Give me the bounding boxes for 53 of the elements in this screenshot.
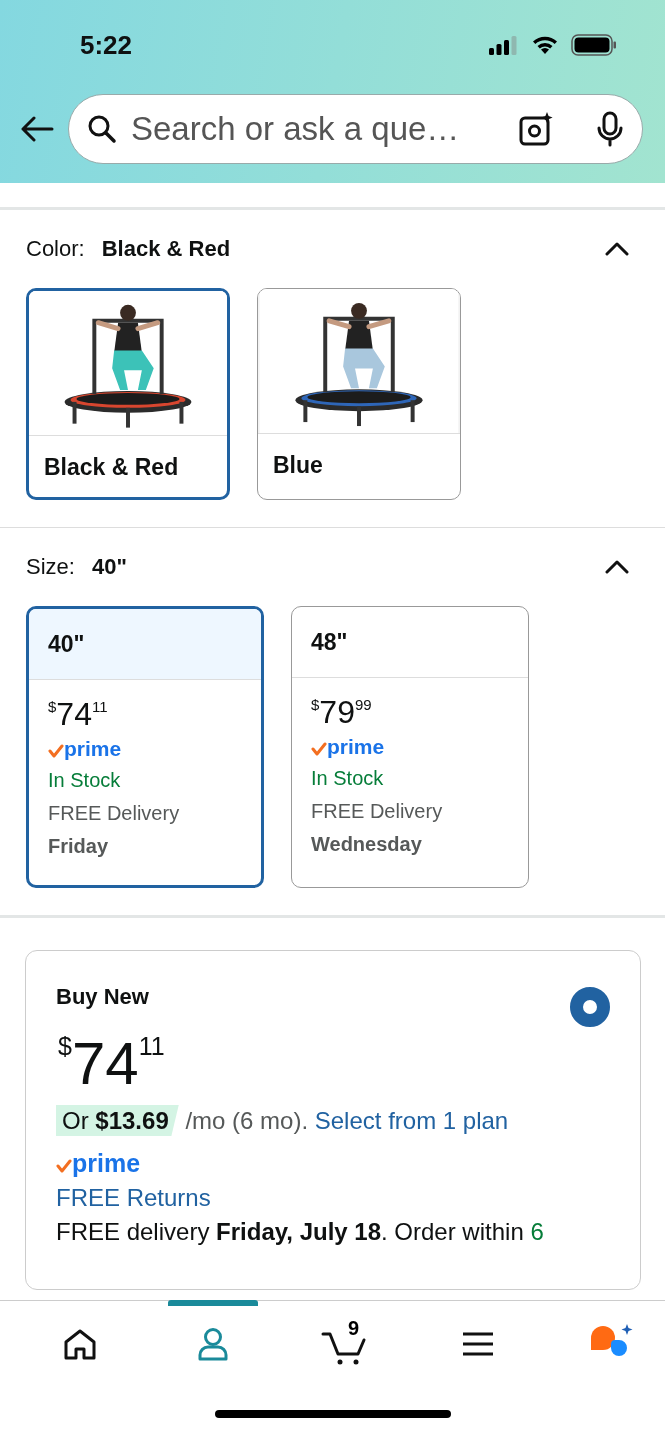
- size-option-card[interactable]: 48" $^{$}$79$^{99}$ prime In Stock FREE Delivery Wednesday: [291, 606, 529, 888]
- microphone-icon[interactable]: [596, 111, 624, 147]
- buy-new-title: Buy New: [56, 984, 149, 1010]
- delivery-text: FREE Delivery: [311, 799, 444, 824]
- wifi-icon: [531, 35, 559, 55]
- check-icon: [56, 1159, 72, 1173]
- option-label: Size:: [26, 554, 75, 580]
- collapse-button[interactable]: [605, 242, 629, 256]
- price: $^{$}$79$^{99}$: [311, 694, 373, 730]
- prime-label: prime: [327, 733, 385, 760]
- search-input[interactable]: Search or ask a que…: [129, 109, 506, 149]
- option-label: Color:: [26, 236, 85, 262]
- cart-count: 9: [348, 1317, 360, 1340]
- home-icon: [63, 1328, 97, 1360]
- collapse-button[interactable]: [605, 560, 629, 574]
- battery-icon: [571, 34, 617, 56]
- price: $^{$}$74$^{11}$: [48, 696, 109, 732]
- installment-text: Or $13.69 /mo (6 mo). Select from 1 plan: [56, 1103, 610, 1139]
- color-name: Blue: [272, 451, 324, 480]
- chevron-up-icon: [605, 242, 629, 256]
- stock-status: In Stock: [311, 766, 385, 791]
- size-name: 48": [311, 628, 348, 656]
- plan-link[interactable]: Select from 1 plan: [314, 1107, 509, 1134]
- delivery-day: Wednesday: [311, 828, 509, 861]
- price: $^{$}$74$^{11}$: [58, 1029, 166, 1099]
- menu-icon: [461, 1332, 494, 1356]
- delivery-text: FREE delivery Friday, July 18. Order within 6: [56, 1217, 545, 1247]
- option-value: 40": [91, 554, 127, 580]
- person-icon: [196, 1326, 229, 1361]
- buy-new-card[interactable]: Buy New $^{$}$74$^{11}$ Or $13.69 /mo (6 mo). Select from 1 plan prime FREE Returns FREE delivery Friday, July 18. Order within 6: [25, 950, 641, 1290]
- search-icon: [87, 114, 117, 144]
- stock-status: In Stock: [48, 768, 122, 793]
- returns-link[interactable]: FREE Returns: [56, 1181, 610, 1215]
- size-name: 40": [48, 630, 85, 658]
- radio-button[interactable]: [570, 987, 610, 1027]
- chevron-up-icon: [605, 560, 629, 574]
- nav-tab[interactable]: 9: [300, 1301, 390, 1387]
- clock-time: 5:22: [80, 29, 133, 61]
- color-name: Black & Red: [43, 452, 180, 482]
- back-arrow-icon: [20, 116, 54, 142]
- delivery-text: FREE Delivery: [48, 801, 181, 826]
- size-option-card[interactable]: 40" $^{$}$74$^{11}$ prime In Stock FREE Delivery Friday: [26, 606, 264, 888]
- check-icon: [48, 744, 64, 758]
- camera-icon[interactable]: [518, 111, 554, 147]
- color-option-card[interactable]: Black & Red: [26, 288, 230, 500]
- signal-icon: [489, 35, 519, 55]
- check-icon: [311, 742, 327, 756]
- search-bar[interactable]: Search or ask a que…: [68, 94, 643, 164]
- prime-label: prime: [72, 1148, 141, 1178]
- color-option-card[interactable]: Blue: [257, 288, 461, 500]
- option-value: Black & Red: [101, 236, 231, 262]
- delivery-day: Friday: [48, 830, 242, 863]
- prime-label: prime: [64, 735, 122, 762]
